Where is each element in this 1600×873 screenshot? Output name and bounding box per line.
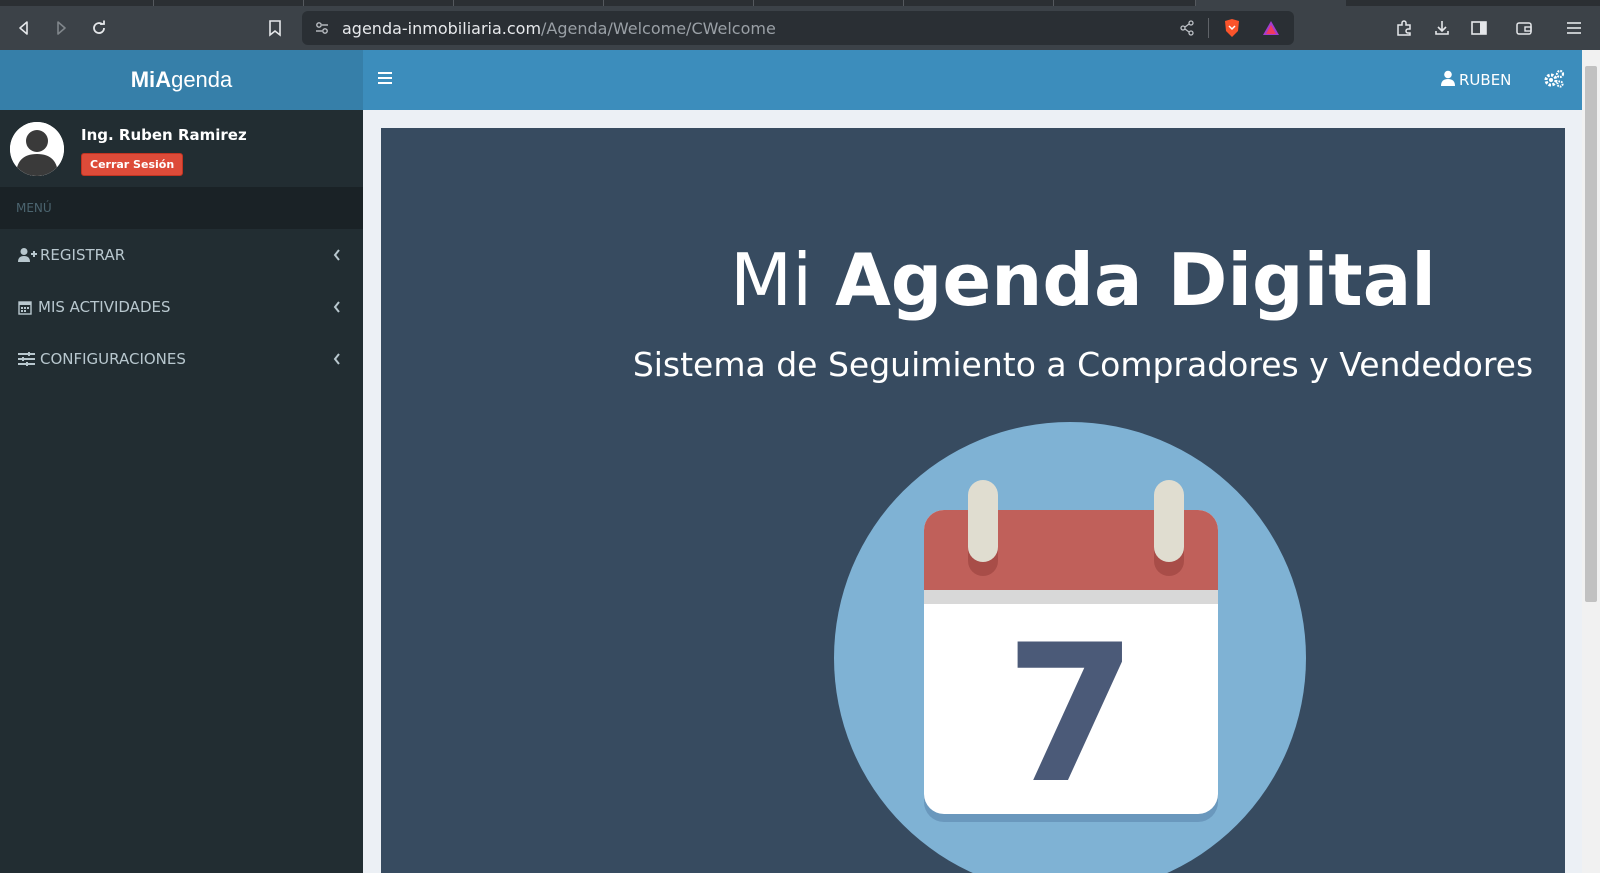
forward-icon[interactable] (47, 14, 75, 42)
user-menu-label: RUBEN (1459, 71, 1512, 89)
top-navbar: RUBEN (363, 50, 1582, 110)
chevron-left-icon (333, 299, 341, 317)
calendar-icon (18, 300, 36, 315)
sidebar-toggle-hamburger-icon[interactable] (377, 70, 397, 90)
avatar (10, 122, 64, 176)
menu-header: MENÚ (0, 187, 363, 229)
sidebar-item-label: CONFIGURACIONES (40, 350, 186, 368)
page-title: Mi Agenda Digital (730, 238, 1436, 322)
extensions-icon[interactable] (1390, 14, 1418, 42)
settings-gears-icon[interactable] (1543, 69, 1565, 93)
download-icon[interactable] (1428, 14, 1456, 42)
app-logo[interactable]: Mi Agenda (0, 50, 363, 110)
sidebar-item-label: REGISTRAR (40, 246, 126, 264)
sidebar-toggle-icon[interactable] (1465, 14, 1493, 42)
share-icon[interactable] (1179, 20, 1195, 40)
sidebar-item-registrar[interactable]: REGISTRAR (0, 229, 363, 281)
scrollbar-thumb[interactable] (1585, 66, 1597, 602)
bookmark-icon[interactable] (261, 14, 289, 42)
address-bar[interactable]: agenda-inmobiliaria.com/Agenda/Welcome/C… (302, 11, 1294, 45)
reload-icon[interactable] (85, 14, 113, 42)
page-scrollbar[interactable] (1582, 50, 1600, 873)
sidebar: Ing. Ruben Ramirez Cerrar Sesión MENÚ RE… (0, 110, 363, 873)
sidebar-item-configuraciones[interactable]: CONFIGURACIONES (0, 333, 363, 385)
user-plus-icon (18, 247, 38, 263)
calendar-day-number: 7 (1005, 604, 1137, 825)
brave-shield-icon[interactable] (1223, 18, 1241, 42)
logout-button[interactable]: Cerrar Sesión (81, 153, 184, 176)
user-panel: Ing. Ruben Ramirez Cerrar Sesión (0, 110, 363, 187)
browser-menu-icon[interactable] (1560, 14, 1588, 42)
page-subtitle: Sistema de Seguimiento a Compradores y V… (632, 345, 1534, 384)
back-icon[interactable] (10, 14, 38, 42)
chevron-left-icon (333, 351, 341, 369)
chevron-left-icon (333, 247, 341, 265)
user-icon (1441, 70, 1455, 90)
wallet-icon[interactable] (1510, 14, 1538, 42)
sidebar-item-label: MIS ACTIVIDADES (38, 298, 171, 316)
calendar-illustration: 7 (834, 422, 1306, 873)
browser-toolbar: agenda-inmobiliaria.com/Agenda/Welcome/C… (0, 6, 1600, 50)
site-settings-icon[interactable] (314, 20, 330, 40)
user-menu[interactable]: RUBEN (1441, 70, 1511, 90)
url-text: agenda-inmobiliaria.com/Agenda/Welcome/C… (342, 19, 776, 38)
sliders-icon (18, 352, 38, 366)
user-name: Ing. Ruben Ramirez (81, 126, 247, 144)
welcome-panel: Mi Agenda Digital Sistema de Seguimiento… (381, 128, 1565, 873)
brave-rewards-icon[interactable] (1262, 19, 1280, 41)
sidebar-item-mis-actividades[interactable]: MIS ACTIVIDADES (0, 281, 363, 333)
